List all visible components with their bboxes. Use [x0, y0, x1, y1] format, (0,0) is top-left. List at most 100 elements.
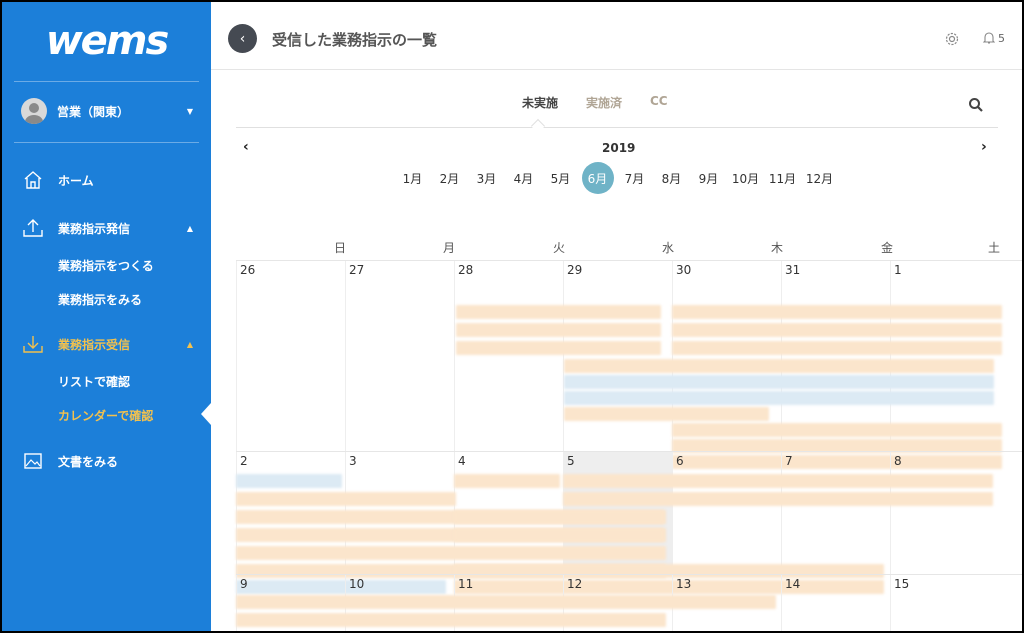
calendar-day[interactable]: 28: [454, 261, 563, 451]
tab-indicator: [530, 118, 546, 134]
calendar-day[interactable]: 7: [781, 452, 890, 574]
tab-done[interactable]: 実施済: [586, 94, 622, 111]
sidebar-item-receive[interactable]: 業務指示受信 ▲: [22, 333, 197, 355]
day-number: 11: [458, 577, 474, 591]
tab-pending[interactable]: 未実施: [522, 94, 558, 111]
sidebar-item-send-view[interactable]: 業務指示をみる: [58, 291, 142, 308]
day-number: 28: [458, 263, 474, 277]
calendar-day[interactable]: 26: [236, 261, 345, 451]
month-label: 1月: [402, 171, 423, 186]
calendar-day[interactable]: 15: [890, 575, 999, 631]
chevron-up-icon: ▲: [186, 223, 193, 233]
calendar-event[interactable]: [454, 510, 664, 524]
day-number: 31: [785, 263, 801, 277]
day-number: 5: [567, 454, 575, 468]
month-2[interactable]: 2月: [431, 162, 468, 194]
calendar-event[interactable]: [236, 474, 342, 488]
calendar-event[interactable]: [454, 474, 560, 488]
calendar-event[interactable]: [564, 359, 994, 373]
app-window: wems 営業（関東） ▼ ホーム 業務指示発信 ▲ 業務指示をつくる 業務指示…: [2, 2, 1022, 631]
bell-icon: [983, 32, 995, 44]
sidebar-item-label: 文書をみる: [58, 454, 119, 469]
year-label: 2019: [602, 141, 636, 155]
calendar-event[interactable]: [236, 595, 776, 609]
prev-year-button[interactable]: ‹: [243, 139, 249, 155]
chevron-left-icon: ‹: [239, 30, 246, 47]
search-icon[interactable]: [968, 97, 984, 116]
month-10[interactable]: 10月: [727, 162, 764, 194]
month-1[interactable]: 1月: [394, 162, 431, 194]
calendar-event[interactable]: [456, 341, 661, 355]
sidebar-item-receive-list[interactable]: リストで確認: [58, 373, 130, 390]
month-8[interactable]: 8月: [653, 162, 690, 194]
calendar-event[interactable]: [564, 375, 994, 389]
month-4[interactable]: 4月: [505, 162, 542, 194]
day-number: 26: [240, 263, 256, 277]
calendar-event[interactable]: [456, 305, 661, 319]
weekday-label: 月: [443, 241, 456, 255]
calendar-day[interactable]: 6: [672, 452, 781, 574]
month-9[interactable]: 9月: [690, 162, 727, 194]
weekday-label: 火: [553, 241, 566, 255]
sidebar-item-receive-calendar[interactable]: カレンダーで確認: [58, 407, 153, 424]
month-11[interactable]: 11月: [764, 162, 801, 194]
day-number: 29: [567, 263, 583, 277]
logo-text: wems: [45, 18, 170, 64]
month-12[interactable]: 12月: [801, 162, 838, 194]
calendar-event[interactable]: [672, 341, 1002, 355]
calendar-event[interactable]: [456, 323, 661, 337]
next-year-button[interactable]: ›: [981, 139, 987, 155]
calendar-event[interactable]: [236, 492, 456, 506]
calendar-event[interactable]: [236, 546, 666, 560]
day-number: 3: [349, 454, 357, 468]
month-3[interactable]: 3月: [468, 162, 505, 194]
calendar-event[interactable]: [672, 305, 1002, 319]
month-6[interactable]: 6月: [579, 162, 616, 194]
calendar-event[interactable]: [563, 492, 993, 506]
weekday-label: 日: [334, 241, 347, 255]
back-button[interactable]: ‹: [228, 24, 257, 53]
calendar-day[interactable]: 8: [890, 452, 999, 574]
image-icon: [22, 451, 44, 471]
month-label: 6月: [581, 162, 614, 194]
calendar-day[interactable]: 14: [781, 575, 890, 631]
day-number: 14: [785, 577, 801, 591]
user-switcher[interactable]: 営業（関東） ▼: [14, 88, 199, 134]
month-label: 4月: [513, 171, 534, 186]
day-number: 8: [894, 454, 902, 468]
day-number: 15: [894, 577, 910, 591]
calendar-week: 9 10 11 12 13 14 15: [236, 574, 1022, 631]
header: ‹ 受信した業務指示の一覧 5: [211, 2, 1022, 70]
month-5[interactable]: 5月: [542, 162, 579, 194]
month-label: 3月: [476, 171, 497, 186]
upload-icon: [22, 218, 44, 238]
notifications-button[interactable]: 5: [983, 31, 1005, 45]
logo: wems: [2, 2, 211, 80]
tab-cc[interactable]: CC: [650, 94, 668, 108]
gear-icon[interactable]: [944, 31, 960, 47]
home-icon: [22, 170, 44, 190]
day-number: 27: [349, 263, 365, 277]
calendar-event[interactable]: [672, 323, 1002, 337]
calendar-day[interactable]: 27: [345, 261, 454, 451]
month-label: 8月: [661, 171, 682, 186]
calendar-day[interactable]: 29: [563, 261, 672, 451]
notification-count: 5: [998, 31, 1005, 45]
calendar-event[interactable]: [454, 528, 664, 542]
month-selector: 1月 2月 3月 4月 5月 6月 7月 8月 9月 10月 11月 12月: [394, 162, 838, 194]
calendar-event[interactable]: [564, 407, 769, 421]
day-number: 6: [676, 454, 684, 468]
calendar-event[interactable]: [236, 613, 666, 627]
calendar-week: 26 27 28 29 30 31 1: [236, 260, 1022, 469]
month-7[interactable]: 7月: [616, 162, 653, 194]
sidebar-item-send-create[interactable]: 業務指示をつくる: [58, 257, 154, 274]
calendar-event[interactable]: [564, 391, 994, 405]
month-label: 12月: [805, 171, 834, 186]
sidebar-item-docs[interactable]: 文書をみる: [22, 450, 197, 472]
weekday-header: 日月火水木金土: [236, 236, 1022, 258]
calendar-event[interactable]: [672, 423, 1002, 437]
calendar-event[interactable]: [563, 474, 993, 488]
sidebar-item-send[interactable]: 業務指示発信 ▲: [22, 217, 197, 239]
user-name: 営業（関東）: [57, 104, 130, 119]
sidebar-item-home[interactable]: ホーム: [22, 169, 197, 191]
